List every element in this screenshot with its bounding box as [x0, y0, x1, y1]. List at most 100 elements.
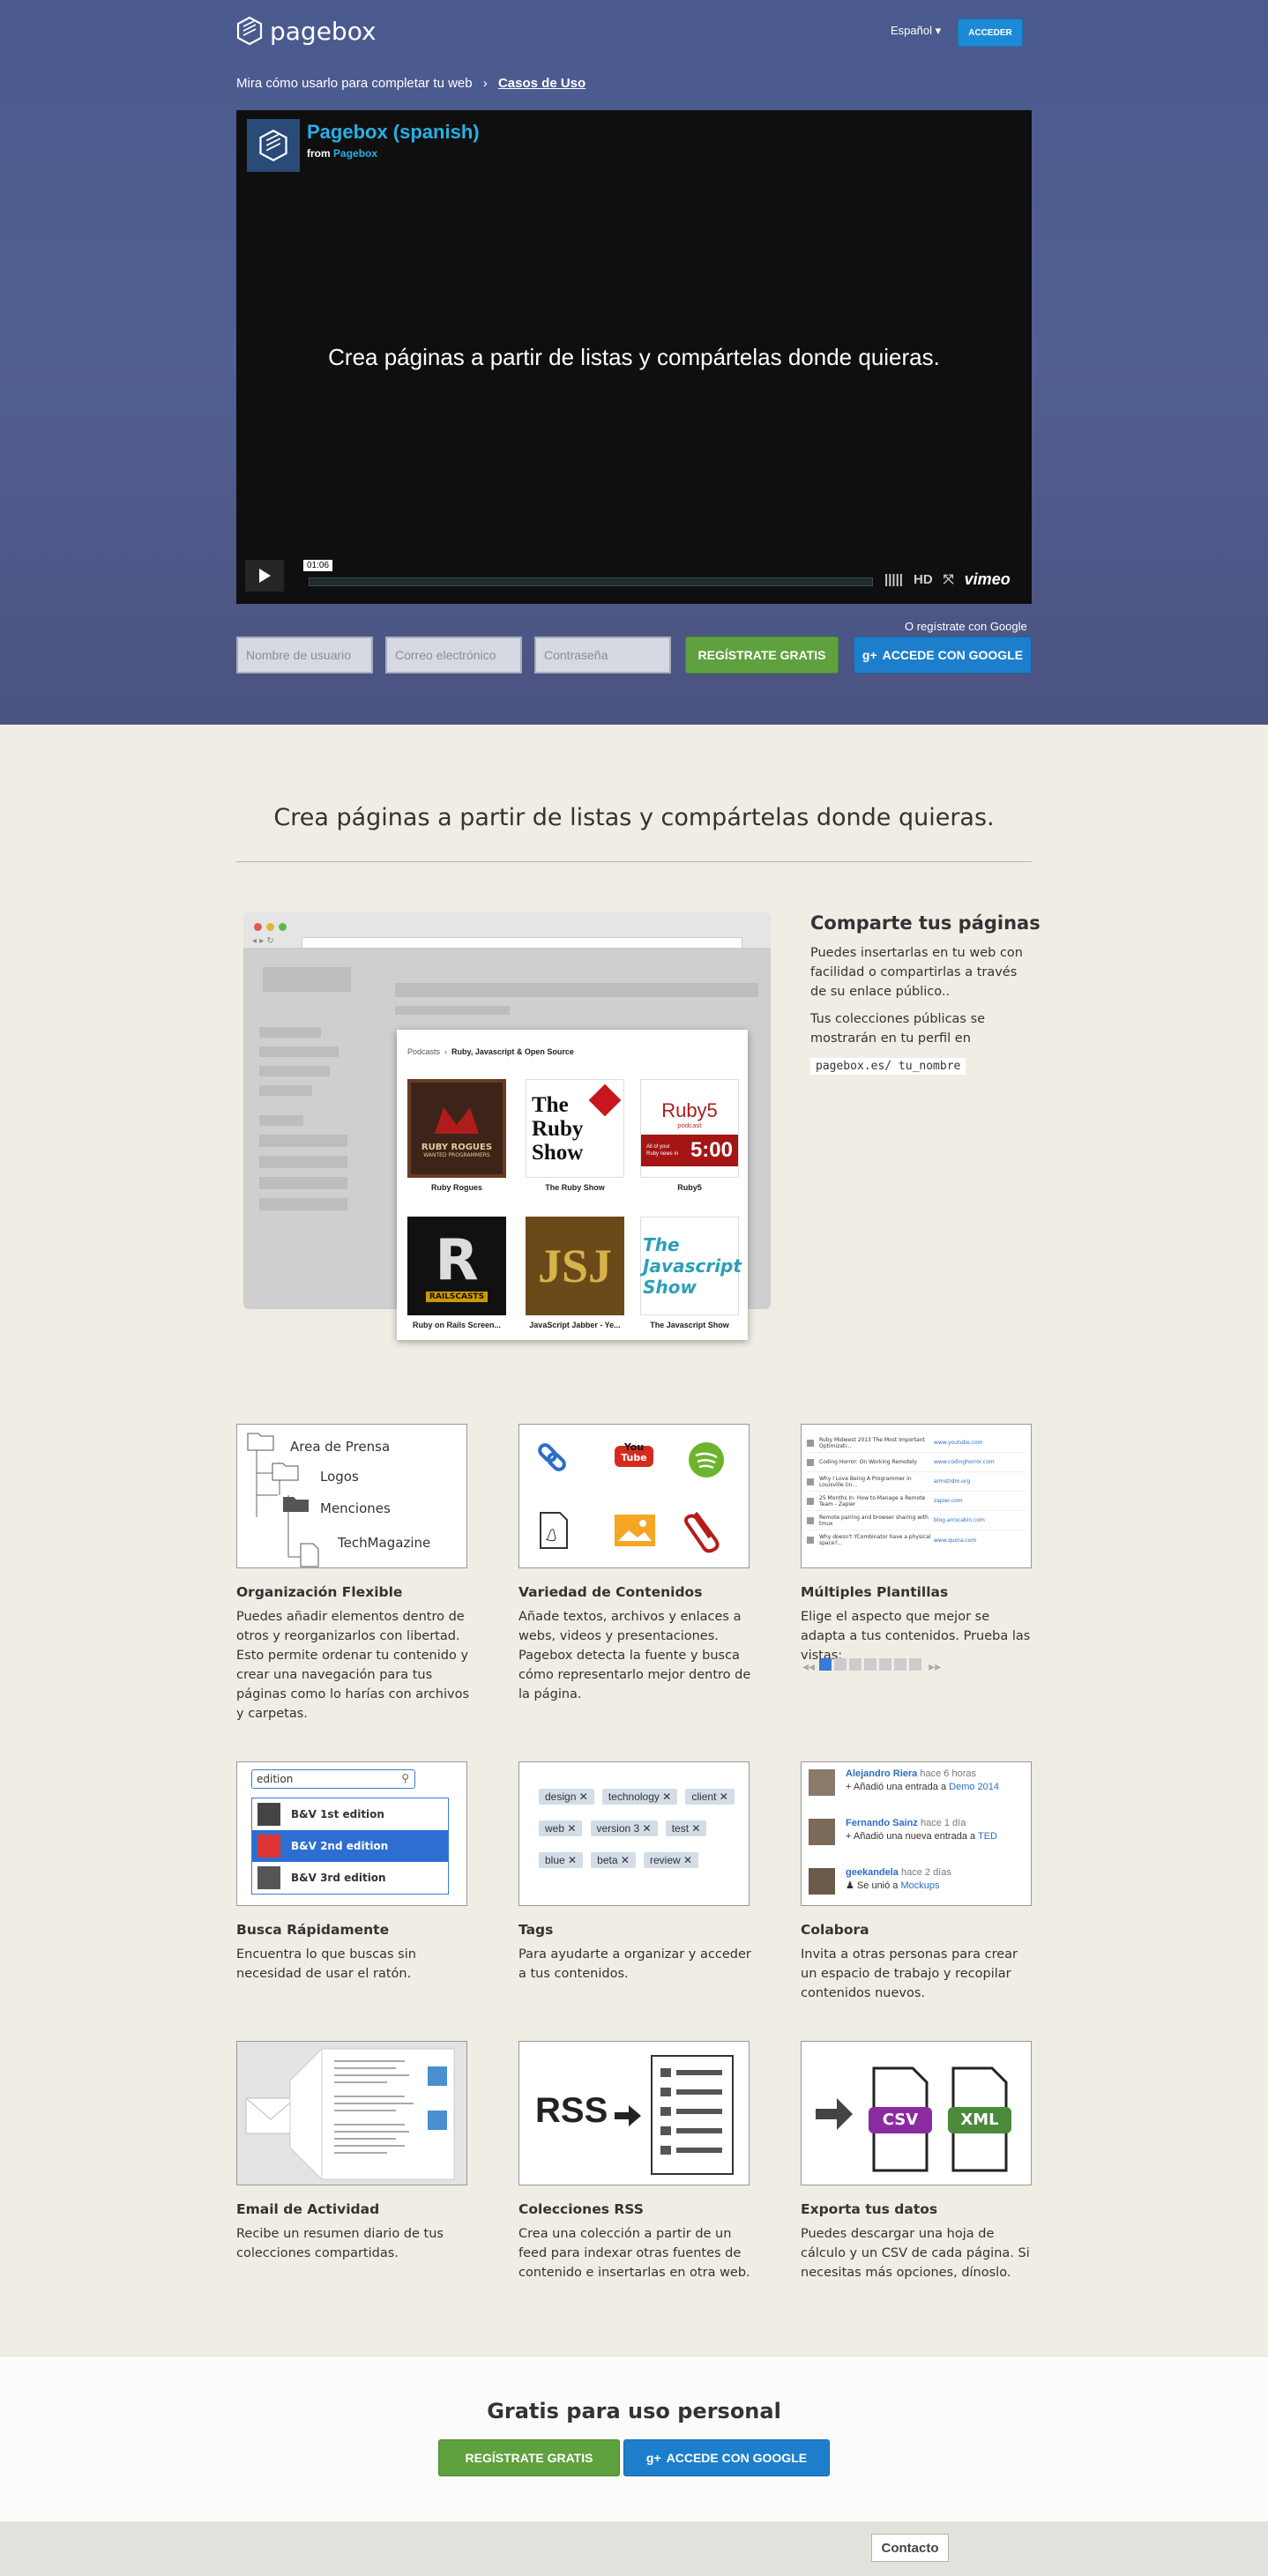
video-player[interactable]: Pagebox (spanish) from Pagebox Crea pági…: [236, 110, 1032, 604]
feature-title: Variedad de Contenidos: [518, 1584, 703, 1600]
ruby-rogues-art: RUBY ROGUES WANTED PROGRAMMERS: [407, 1079, 506, 1178]
template-switcher[interactable]: ◂◂ ▸▸: [802, 1657, 941, 1674]
folders-illustration: Area de Prensa Logos Menciones TechMagaz…: [236, 1424, 467, 1568]
search-result-label: B&V 1st edition: [291, 1808, 384, 1820]
hd-toggle[interactable]: HD: [914, 572, 933, 587]
google-signin-button[interactable]: g+ ACCEDE CON GOOGLE: [854, 637, 1032, 674]
template-option[interactable]: [894, 1658, 907, 1671]
template-option[interactable]: [879, 1658, 892, 1671]
feature-text: Recibe un resumen diario de tus coleccio…: [236, 2227, 444, 2260]
video-from-label: from: [307, 147, 331, 160]
volume-icon[interactable]: |||||: [884, 572, 903, 587]
rss-illustration: RSS: [518, 2041, 750, 2185]
email-illustration: [236, 2041, 467, 2185]
templates-illustration: Ruby Midwest 2013 The Most Important Opt…: [801, 1424, 1032, 1568]
podcast-label: JavaScript Jabber - Ye...: [529, 1321, 621, 1329]
fullscreen-icon[interactable]: ⤧: [944, 572, 954, 587]
chevron-right-icon[interactable]: ▸▸: [929, 1660, 941, 1674]
footer: Contacto: [0, 2521, 1268, 2576]
podcast-item[interactable]: Ruby5 podcast All of your Ruby news in 5…: [640, 1079, 739, 1192]
podcast-item[interactable]: The Ruby Show The Ruby Show: [526, 1079, 624, 1192]
vimeo-logo[interactable]: vimeo: [965, 570, 1011, 589]
template-option[interactable]: [864, 1658, 877, 1671]
password-input[interactable]: Contraseña: [534, 637, 671, 674]
tags-illustration: design ✕ technology ✕ client ✕ web ✕ ver…: [518, 1761, 750, 1906]
template-option[interactable]: [834, 1658, 847, 1671]
favicon-icon: [807, 1516, 814, 1524]
pagebox-logo-icon: [236, 16, 263, 46]
feature-title: Busca Rápidamente: [236, 1922, 390, 1938]
hero-section: pagebox Español ▾ ACCEDER Mira cómo usar…: [0, 0, 1268, 725]
ruby-show-art: The Ruby Show: [526, 1079, 624, 1178]
podcast-item[interactable]: The Javascript Show The Javascript Show: [640, 1217, 742, 1329]
favicon-icon: [807, 1537, 814, 1544]
register-button[interactable]: REGÍSTRATE GRATIS: [685, 637, 839, 674]
podcast-item[interactable]: R RAILSCASTS Ruby on Rails Screen...: [407, 1217, 506, 1329]
email-input[interactable]: Correo electrónico: [385, 637, 522, 674]
video-caption: Crea páginas a partir de listas y compár…: [328, 344, 940, 370]
chevron-left-icon[interactable]: ◂◂: [802, 1660, 815, 1674]
search-results: B&V 1st edition B&V 2nd edition B&V 3rd …: [251, 1798, 449, 1895]
video-author-link[interactable]: Pagebox: [333, 147, 377, 160]
template-option[interactable]: [909, 1658, 922, 1671]
template-option-active[interactable]: [819, 1658, 832, 1671]
login-button[interactable]: ACCEDER: [958, 19, 1023, 47]
favicon-icon: [807, 1458, 814, 1466]
username-input[interactable]: Nombre de usuario: [236, 637, 373, 674]
search-result: B&V 3rd edition: [252, 1862, 448, 1894]
language-selector[interactable]: Español ▾: [891, 24, 941, 38]
video-title[interactable]: Pagebox (spanish): [307, 121, 480, 144]
js-jabber-art: JSJ: [526, 1217, 624, 1315]
contact-button[interactable]: Contacto: [871, 2534, 949, 2562]
play-button[interactable]: [245, 560, 284, 592]
podcast-item[interactable]: JSJ JavaScript Jabber - Ye...: [526, 1217, 624, 1329]
folder-label: Area de Prensa: [290, 1439, 391, 1455]
video-progress-bar[interactable]: [309, 577, 873, 586]
cta-section: Gratis para uso personal REGÍSTRATE GRAT…: [0, 2356, 1268, 2521]
maximize-dot-icon: [279, 923, 287, 931]
search-result-label: B&V 2nd edition: [291, 1840, 389, 1852]
plus-icon: +: [846, 1831, 852, 1842]
tag-chip-label: design: [545, 1791, 577, 1803]
list-row-title: Coding Horror: On Working Remotely: [819, 1459, 917, 1465]
tag-chip: version 3 ✕: [590, 1820, 658, 1836]
js-show-art-title: The Javascript Show: [643, 1234, 742, 1298]
favicon-icon: [807, 1439, 814, 1447]
list-row: 25 Months In: How to Manage a Remote Tea…: [807, 1492, 1026, 1511]
logo[interactable]: pagebox: [236, 16, 377, 46]
tag-chip-label: test: [671, 1822, 690, 1835]
list-row-title: 25 Months In: How to Manage a Remote Tea…: [819, 1494, 926, 1508]
cta-title: Gratis para uso personal: [487, 2399, 781, 2423]
tag-chip-label: web: [545, 1822, 565, 1835]
collection-popup: Podcasts › Ruby, Javascript & Open Sourc…: [397, 1030, 748, 1340]
avatar: [809, 1769, 835, 1796]
minimize-dot-icon: [266, 923, 274, 931]
activity-user: geekandela: [846, 1867, 899, 1878]
list-row: Remote pairing and browser sharing with …: [807, 1511, 1026, 1530]
cta-google-label: ACCEDE CON GOOGLE: [666, 2451, 808, 2465]
cta-register-button[interactable]: REGÍSTRATE GRATIS: [438, 2439, 620, 2476]
podcast-item[interactable]: RUBY ROGUES WANTED PROGRAMMERS Ruby Rogu…: [407, 1079, 506, 1192]
list-row-url: zapier.com: [934, 1498, 963, 1504]
tag-chip: web ✕: [539, 1820, 583, 1836]
feature-title: Tags: [518, 1922, 554, 1938]
search-result-highlighted: B&V 2nd edition: [252, 1830, 448, 1862]
attachment-icon: [684, 1511, 720, 1553]
language-label: Español: [891, 24, 932, 37]
ruby-rogues-art-subtitle: WANTED PROGRAMMERS: [423, 1152, 490, 1158]
ruby5-art: Ruby5 podcast All of your Ruby news in 5…: [640, 1079, 739, 1178]
feature-title: Colecciones RSS: [518, 2201, 644, 2217]
search-query: edition: [257, 1773, 294, 1785]
tag-chip: beta ✕: [591, 1852, 636, 1868]
feature-text: Puedes añadir elementos dentro de otros …: [236, 1610, 470, 1721]
caret-down-icon: ▾: [935, 24, 942, 37]
podcast-label: The Javascript Show: [650, 1321, 729, 1329]
cta-google-button[interactable]: g+ ACCEDE CON GOOGLE: [623, 2439, 830, 2476]
tag-chip: technology ✕: [601, 1789, 678, 1805]
template-option[interactable]: [849, 1658, 862, 1671]
ruby5-art-note: All of your Ruby news in: [646, 1144, 679, 1157]
list-row-title: Why doesn't YCombinator have a physical …: [819, 1534, 931, 1546]
brand-name: pagebox: [270, 16, 377, 46]
use-cases-link[interactable]: Casos de Uso: [498, 76, 586, 91]
search-result: B&V 1st edition: [252, 1798, 448, 1830]
